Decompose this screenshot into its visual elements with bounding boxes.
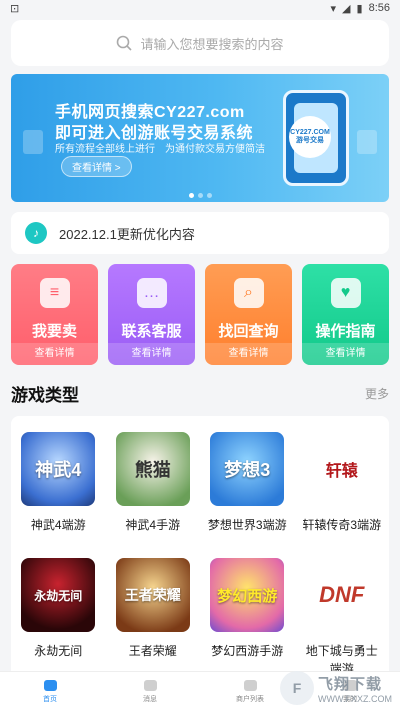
tab-label: 消息: [143, 695, 157, 703]
card-title: 联系客服: [121, 323, 182, 340]
game-name: 神武4端游: [30, 518, 86, 532]
banner-prev-arrow[interactable]: [23, 130, 43, 155]
search-icon: [117, 35, 133, 51]
game-item[interactable]: 熊猫 神武4手游: [106, 432, 201, 552]
banner-line3: 所有流程全部线上进行 为通付款交易方便简洁: [55, 144, 265, 155]
tab-home[interactable]: 首页: [0, 672, 100, 711]
notice-text: 2022.12.1更新优化内容: [59, 226, 195, 242]
game-thumbnail: 梦幻西游: [210, 558, 285, 632]
home-icon: [43, 679, 57, 691]
game-name: 轩辕传奇3端游: [302, 518, 382, 532]
game-item[interactable]: 梦想3 梦想世界3端游: [200, 432, 295, 552]
watermark-title: 飞翔下载: [318, 675, 383, 693]
search-book-icon: ⌕: [233, 278, 264, 308]
card-sell[interactable]: ≡ 我要卖 查看详情: [11, 264, 98, 365]
search-bar[interactable]: 请输入您想要搜索的内容: [11, 20, 389, 66]
game-thumbnail: 梦想3: [210, 432, 285, 506]
game-thumbnail: 王者荣耀: [115, 558, 190, 632]
watermark-url: WWW.FXXZ.COM: [318, 693, 392, 704]
quick-cards: ≡ 我要卖 查看详情 … 联系客服 查看详情 ⌕ 找回查询 查看详情 ♥ 操作指…: [11, 264, 389, 365]
status-bar: ⊡ ▾ ◢ ▮ 8:56: [0, 0, 400, 16]
game-item[interactable]: 梦幻西游 梦幻西游手游: [200, 558, 295, 678]
card-customer-service[interactable]: … 联系客服 查看详情: [108, 264, 195, 365]
banner-badge: CY227.COM 游号交易: [289, 116, 331, 158]
game-thumbnail: 神武4: [21, 432, 96, 506]
game-item[interactable]: 神武4 神武4端游: [11, 432, 106, 552]
status-time: 8:56: [368, 2, 390, 14]
game-name: 神武4手游: [125, 518, 181, 532]
merchant-list-icon: [243, 679, 257, 691]
game-thumbnail: 永劫无间: [21, 558, 96, 632]
site-watermark: F 飞翔下载 WWW.FXXZ.COM: [280, 671, 392, 705]
chat-icon: …: [136, 278, 167, 308]
card-recover-query[interactable]: ⌕ 找回查询 查看详情: [205, 264, 292, 365]
notice-bar[interactable]: ♪ 2022.12.1更新优化内容: [11, 212, 389, 254]
sell-icon: ≡: [39, 278, 70, 308]
search-placeholder: 请输入您想要搜索的内容: [140, 36, 284, 52]
card-sub: 查看详情: [108, 343, 195, 365]
games-panel: 神武4 神武4端游 熊猫 神武4手游 梦想3 梦想世界3端游 轩辕 轩辕传奇3端…: [11, 416, 389, 692]
watermark-logo-icon: F: [280, 671, 314, 705]
card-title: 操作指南: [315, 323, 376, 340]
tab-label: 商户列表: [236, 695, 264, 703]
banner-pagination: [11, 193, 389, 198]
signal-icon: ◢: [342, 2, 351, 15]
tab-label: 首页: [43, 695, 57, 703]
promo-banner[interactable]: 手机网页搜索CY227.com 即可进入创游账号交易系统 所有流程全部线上进行 …: [11, 74, 389, 202]
more-link[interactable]: 更多: [365, 385, 389, 402]
guide-icon: ♥: [330, 278, 361, 308]
tab-messages[interactable]: 消息: [100, 672, 200, 711]
game-item[interactable]: 永劫无间 永劫无间: [11, 558, 106, 678]
section-title: 游戏类型: [11, 386, 79, 405]
card-sub: 查看详情: [11, 343, 98, 365]
game-thumbnail: 熊猫: [115, 432, 190, 506]
wifi-icon: ▾: [330, 2, 337, 15]
status-left-icons: ⊡: [10, 2, 20, 15]
card-title: 找回查询: [218, 323, 279, 340]
game-thumbnail: 轩辕: [304, 432, 379, 506]
game-item[interactable]: 王者荣耀 王者荣耀: [106, 558, 201, 678]
game-thumbnail: DNF: [304, 558, 379, 632]
banner-detail-button[interactable]: 查看详情 >: [61, 156, 132, 177]
games-section-header: 游戏类型 更多: [11, 381, 389, 406]
battery-icon: ▮: [356, 2, 363, 15]
game-item[interactable]: 轩辕 轩辕传奇3端游: [295, 432, 390, 552]
card-sub: 查看详情: [302, 343, 389, 365]
bell-icon: ♪: [25, 222, 47, 244]
game-item[interactable]: DNF 地下城与勇士端游: [295, 558, 390, 678]
card-title: 我要卖: [31, 323, 77, 340]
card-sub: 查看详情: [205, 343, 292, 365]
card-guide[interactable]: ♥ 操作指南 查看详情: [302, 264, 389, 365]
game-name: 梦想世界3端游: [207, 518, 287, 532]
banner-next-arrow[interactable]: [357, 130, 377, 155]
message-icon: [143, 679, 157, 691]
